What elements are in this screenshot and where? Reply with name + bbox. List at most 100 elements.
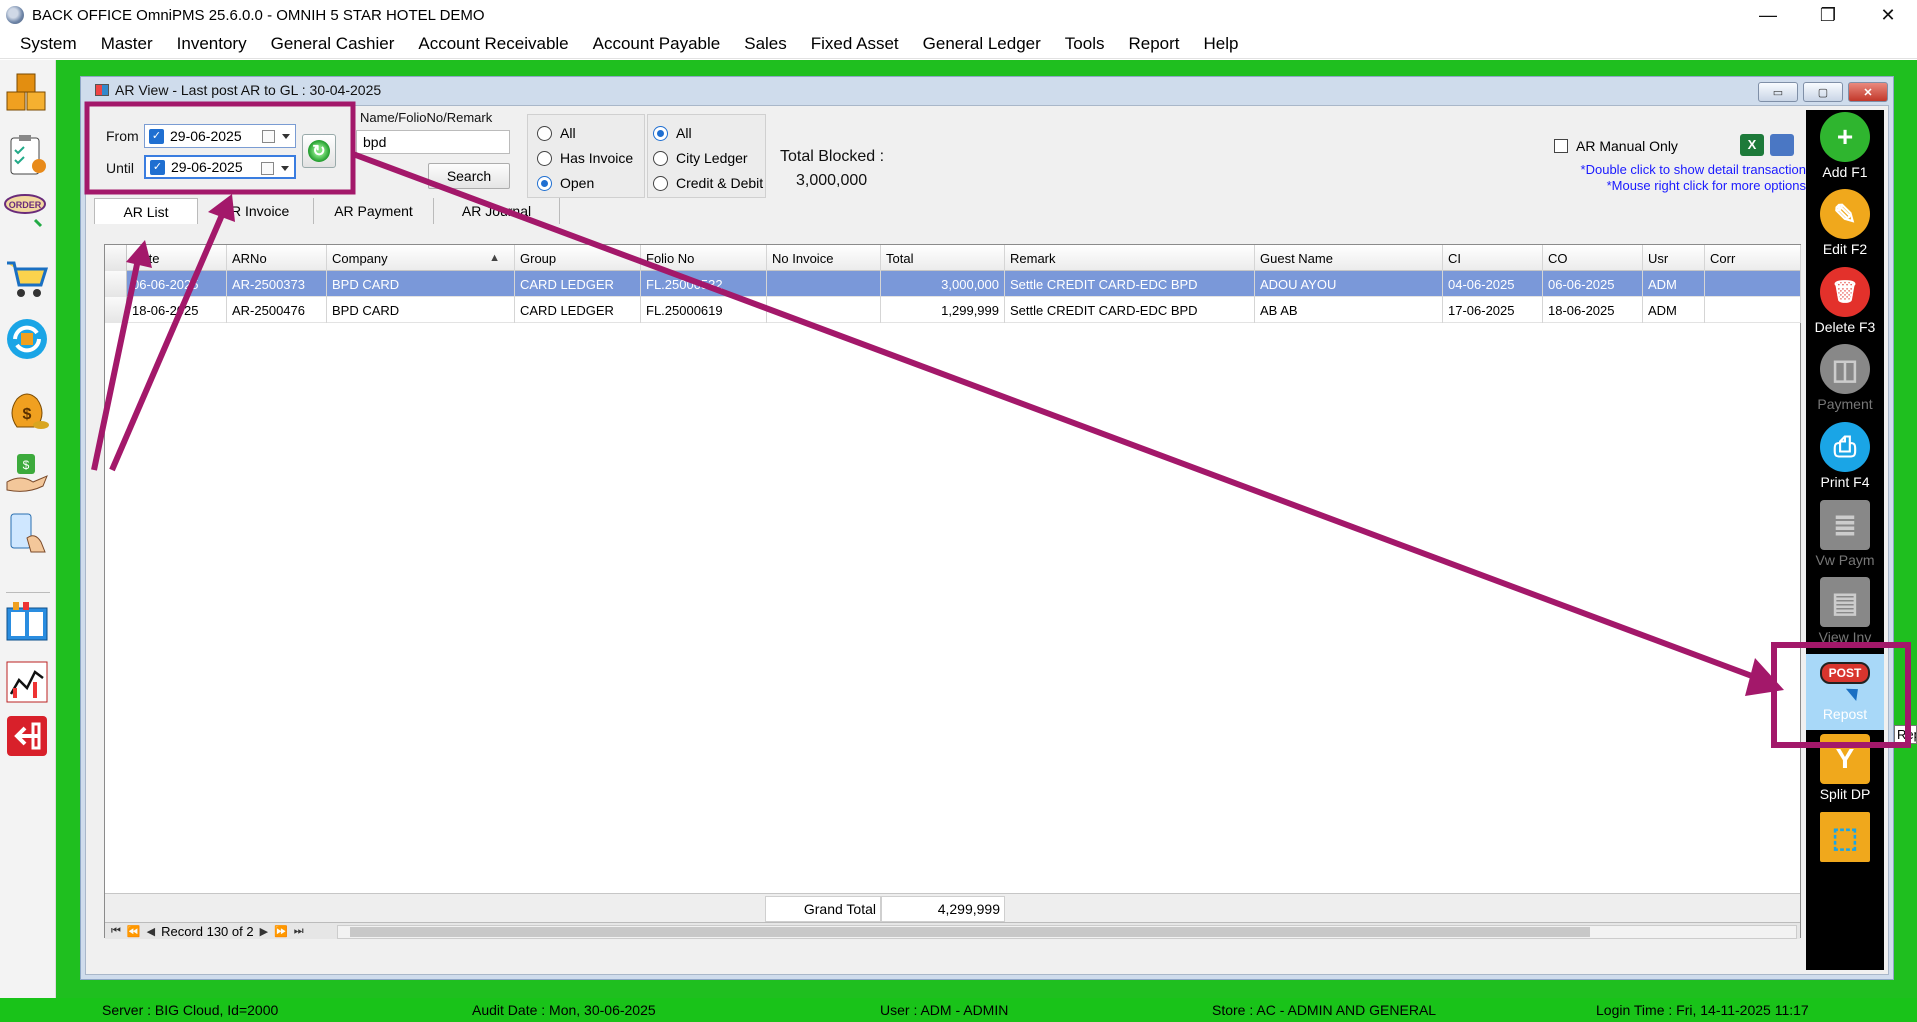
restore-button[interactable]: ❐ [1805, 0, 1851, 30]
view-payment-button[interactable]: ≣ Vw Paym [1806, 498, 1884, 574]
calendar-icon [261, 162, 274, 175]
radio-open[interactable]: Open [537, 175, 594, 191]
shopping-cart-icon[interactable] [3, 255, 51, 303]
menu-general-ledger[interactable]: General Ledger [911, 34, 1053, 54]
last-record-icon[interactable]: ⏭ [294, 925, 304, 938]
add-button[interactable]: + Add F1 [1806, 110, 1884, 186]
menu-fixed-asset[interactable]: Fixed Asset [799, 34, 911, 54]
col-company[interactable]: Company ▲ [327, 245, 515, 271]
from-date-picker[interactable]: ✓ 29-06-2025 [144, 124, 296, 148]
mdi-minimize-button[interactable]: ▭ [1758, 82, 1798, 102]
col-total[interactable]: Total [881, 245, 1005, 271]
ar-manual-only-checkbox[interactable]: AR Manual Only [1554, 138, 1678, 154]
hand-money-icon[interactable]: $ [3, 448, 51, 496]
menu-report[interactable]: Report [1116, 34, 1191, 54]
from-enabled-checkbox[interactable]: ✓ [149, 128, 164, 144]
ledger-book-icon[interactable] [3, 598, 51, 646]
print-button[interactable]: ⎙ Print F4 [1806, 420, 1884, 496]
chart-icon[interactable] [3, 658, 51, 706]
prev-record-icon[interactable]: ◀ [147, 925, 155, 938]
menu-help[interactable]: Help [1192, 34, 1251, 54]
row-header[interactable] [105, 271, 127, 297]
edit-label: Edit F2 [1822, 241, 1868, 257]
radio-credit-debit[interactable]: Credit & Debit [653, 175, 763, 191]
dropdown-arrow-icon[interactable] [282, 134, 290, 139]
scrollbar-thumb[interactable] [350, 927, 1590, 937]
col-remark[interactable]: Remark [1005, 245, 1255, 271]
split-dp-button[interactable]: Y Split DP [1806, 732, 1884, 808]
mobile-touch-icon[interactable] [3, 510, 51, 558]
menu-general-cashier[interactable]: General Cashier [259, 34, 407, 54]
dropdown-arrow-icon[interactable] [281, 166, 289, 171]
next-record-icon[interactable]: ▶ [260, 925, 268, 938]
search-input[interactable]: bpd [356, 130, 510, 154]
table-row[interactable]: 06-06-2025 AR-2500373 BPD CARD CARD LEDG… [105, 271, 1801, 297]
mdi-maximize-button[interactable]: ▢ [1803, 82, 1843, 102]
status-bar: Server : BIG Cloud, Id=2000 Audit Date :… [0, 998, 1917, 1022]
menu-sales[interactable]: Sales [732, 34, 799, 54]
minimize-button[interactable]: — [1745, 0, 1791, 30]
tab-ar-invoice[interactable]: AR Invoice [198, 198, 314, 224]
row-header[interactable] [105, 297, 127, 323]
tab-ar-journal[interactable]: AR Journal [434, 198, 560, 224]
mdi-close-button[interactable]: ✕ [1848, 82, 1888, 102]
refresh-button[interactable]: ↻ [302, 134, 336, 168]
cell-ci: 04-06-2025 [1443, 271, 1543, 297]
radio-invoice-all[interactable]: All [537, 125, 576, 141]
delete-button[interactable]: 🗑 Delete F3 [1806, 265, 1884, 341]
radio-has-invoice[interactable]: Has Invoice [537, 150, 633, 166]
money-bag-icon[interactable]: $ [3, 385, 51, 433]
menu-account-receivable[interactable]: Account Receivable [406, 34, 580, 54]
edit-button[interactable]: ✎ Edit F2 [1806, 187, 1884, 263]
search-button[interactable]: Search [428, 163, 510, 189]
first-record-icon[interactable]: ⏮ [111, 925, 121, 938]
svg-text:ORDER: ORDER [9, 200, 42, 210]
menu-system[interactable]: System [8, 34, 89, 54]
payment-label: Payment [1817, 396, 1873, 412]
radio-city-ledger[interactable]: City Ledger [653, 150, 748, 166]
until-date-picker[interactable]: ✓ 29-06-2025 [144, 155, 296, 179]
table-row[interactable]: 18-06-2025 AR-2500476 BPD CARD CARD LEDG… [105, 297, 1801, 323]
menu-tools[interactable]: Tools [1053, 34, 1117, 54]
tab-ar-payment[interactable]: AR Payment [314, 198, 434, 224]
menu-inventory[interactable]: Inventory [165, 34, 259, 54]
menu-master[interactable]: Master [89, 34, 165, 54]
cell-corr [1705, 297, 1801, 323]
inventory-boxes-icon[interactable] [3, 70, 51, 118]
tab-ar-list[interactable]: AR List [94, 198, 198, 224]
action-toolbar: + Add F1 ✎ Edit F2 🗑 Delete F3 ◫ Payment… [1806, 110, 1884, 970]
repost-button[interactable]: POST Repost [1806, 654, 1884, 730]
radio-circle [653, 150, 668, 166]
window-icon [95, 84, 109, 96]
cell-usr: ADM [1643, 271, 1705, 297]
menu-account-payable[interactable]: Account Payable [581, 34, 733, 54]
payment-button[interactable]: ◫ Payment [1806, 342, 1884, 418]
radio-ledger-all[interactable]: All [653, 125, 692, 141]
col-date[interactable]: Date [127, 245, 227, 271]
col-group[interactable]: Group [515, 245, 641, 271]
close-button[interactable]: ✕ [1865, 0, 1911, 30]
col-guest-name[interactable]: Guest Name [1255, 245, 1443, 271]
next-page-icon[interactable]: ⏩ [274, 925, 288, 938]
view-invoice-button[interactable]: ▤ View Inv [1806, 575, 1884, 651]
col-ci[interactable]: CI [1443, 245, 1543, 271]
ar-view-window: AR View - Last post AR to GL : 30-04-202… [80, 76, 1894, 980]
order-icon[interactable]: ORDER [3, 190, 51, 238]
sync-icon[interactable] [3, 315, 51, 363]
excel-export-icon[interactable]: X [1740, 134, 1764, 156]
horizontal-scrollbar[interactable] [337, 925, 1797, 939]
until-enabled-checkbox[interactable]: ✓ [150, 159, 165, 175]
col-co[interactable]: CO [1543, 245, 1643, 271]
clipboard-icon[interactable] [3, 132, 51, 180]
col-folio-no[interactable]: Folio No [641, 245, 767, 271]
prev-page-icon[interactable]: ⏪ [127, 925, 141, 938]
col-no-invoice[interactable]: No Invoice [767, 245, 881, 271]
print-preview-icon[interactable] [1770, 134, 1794, 156]
trash-icon: 🗑 [1820, 267, 1870, 317]
col-corr[interactable]: Corr [1705, 245, 1801, 271]
exit-icon[interactable] [3, 712, 51, 760]
repost-label: Repost [1822, 706, 1868, 722]
col-usr[interactable]: Usr [1643, 245, 1705, 271]
col-arno[interactable]: ARNo [227, 245, 327, 271]
select-button[interactable]: ⬚ [1806, 810, 1884, 886]
